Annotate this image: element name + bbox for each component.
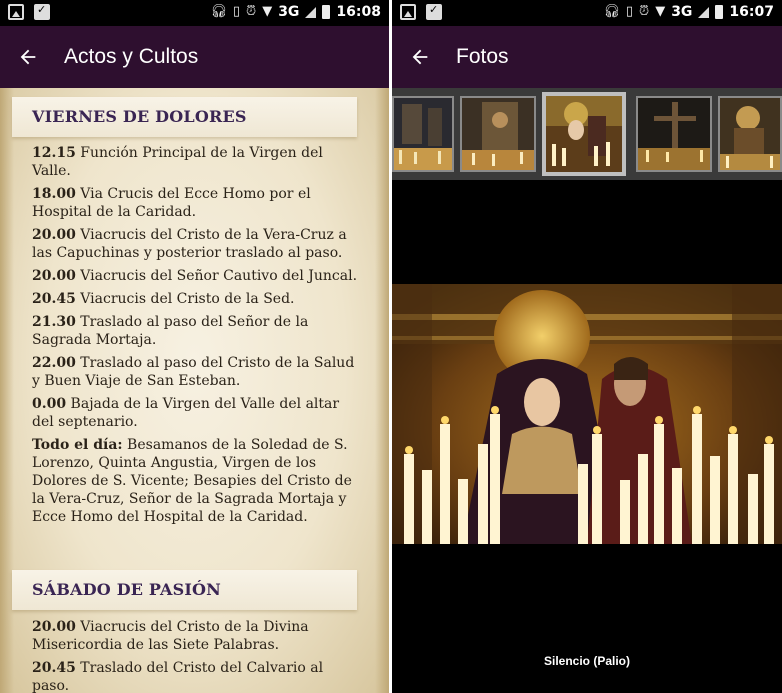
- event-time: 20.00: [32, 619, 76, 635]
- event-text: Viacrucis del Cristo de la Sed.: [75, 291, 295, 307]
- event-text: Traslado al paso del Cristo de la Salud …: [32, 355, 355, 389]
- page-title: Actos y Cultos: [64, 45, 199, 68]
- thumbnail[interactable]: [718, 96, 782, 172]
- signal-icon: [698, 6, 710, 18]
- main-photo[interactable]: [392, 284, 782, 544]
- event-time: 20.45: [32, 660, 76, 676]
- section-header: SÁBADO DE PASIÓN: [12, 570, 357, 610]
- list-item: 20.00 Viacrucis del Señor Cautivo del Ju…: [32, 267, 362, 285]
- event-time: 0.00: [32, 396, 67, 412]
- section-entries: 20.00 Viacrucis del Cristo de la Divina …: [32, 618, 362, 693]
- photo-viewer[interactable]: Silencio (Palio): [392, 180, 782, 693]
- headphones-icon: 🎧︎: [603, 4, 620, 19]
- network-type: 3G: [671, 4, 693, 20]
- section-title: VIERNES DE DOLORES: [32, 107, 247, 126]
- clock: 16:07: [729, 4, 774, 20]
- event-time: 18.00: [32, 186, 76, 202]
- bag-check-icon: [34, 3, 50, 20]
- thumbnail[interactable]: [392, 96, 454, 172]
- list-item: 12.15 Función Principal de la Virgen del…: [32, 144, 362, 180]
- list-item: 21.30 Traslado al paso del Señor de la S…: [32, 313, 362, 349]
- event-text: Viacrucis del Cristo de la Vera-Cruz a l…: [32, 227, 347, 261]
- event-text: Viacrucis del Señor Cautivo del Juncal.: [75, 268, 358, 284]
- network-type: 3G: [278, 4, 300, 20]
- bag-check-icon: [426, 3, 442, 20]
- alarm-icon: ⏰︎: [246, 4, 257, 19]
- event-time: 20.00: [32, 268, 76, 284]
- list-item: Todo el día: Besamanos de la Soledad de …: [32, 436, 362, 526]
- event-text: Traslado del Cristo del Calvario al paso…: [32, 660, 324, 693]
- section-header: VIERNES DE DOLORES: [12, 97, 357, 137]
- event-text: Bajada de la Virgen del Valle del altar …: [32, 396, 340, 430]
- section-entries: 12.15 Función Principal de la Virgen del…: [32, 144, 362, 531]
- headphones-icon: 🎧︎: [210, 4, 227, 19]
- event-time: 12.15: [32, 145, 76, 161]
- right-screen: 🎧︎ ▯ ⏰︎ ▼ 3G 16:07 Fotos: [392, 0, 782, 693]
- list-item: 22.00 Traslado al paso del Cristo de la …: [32, 354, 362, 390]
- status-bar: 🎧︎ ▯ ⏰︎ ▼ 3G 16:08: [0, 0, 389, 26]
- events-list[interactable]: VIERNES DE DOLORES 12.15 Función Princip…: [0, 88, 389, 693]
- list-item: 18.00 Via Crucis del Ecce Homo por el Ho…: [32, 185, 362, 221]
- thumbnail-strip[interactable]: [392, 88, 782, 180]
- event-time: Todo el día:: [32, 437, 123, 453]
- alarm-icon: ⏰︎: [639, 4, 650, 19]
- image-icon: [8, 4, 24, 20]
- wifi-icon: ▼: [655, 4, 666, 19]
- vibrate-icon: ▯: [232, 4, 241, 19]
- list-item: 20.45 Traslado del Cristo del Calvario a…: [32, 659, 362, 693]
- list-item: 20.00 Viacrucis del Cristo de la Vera-Cr…: [32, 226, 362, 262]
- signal-icon: [305, 6, 317, 18]
- back-arrow-icon[interactable]: [0, 26, 56, 88]
- event-time: 20.45: [32, 291, 76, 307]
- list-item: 20.45 Viacrucis del Cristo de la Sed.: [32, 290, 362, 308]
- back-arrow-icon[interactable]: [392, 26, 448, 88]
- thumbnail[interactable]: [636, 96, 712, 172]
- app-bar: Actos y Cultos: [0, 26, 389, 88]
- section-title: SÁBADO DE PASIÓN: [32, 580, 222, 599]
- list-item: 20.00 Viacrucis del Cristo de la Divina …: [32, 618, 362, 654]
- thumbnail-selected[interactable]: [542, 92, 626, 176]
- photo-caption: Silencio (Palio): [543, 654, 630, 668]
- page-title: Fotos: [456, 45, 509, 68]
- wifi-icon: ▼: [262, 4, 273, 19]
- vibrate-icon: ▯: [625, 4, 634, 19]
- event-text: Función Principal de la Virgen del Valle…: [32, 145, 323, 179]
- list-item: 0.00 Bajada de la Virgen del Valle del a…: [32, 395, 362, 431]
- battery-icon: [715, 5, 724, 19]
- battery-icon: [322, 5, 331, 19]
- parchment-edge: [375, 88, 389, 693]
- event-time: 21.30: [32, 314, 76, 330]
- left-screen: 🎧︎ ▯ ⏰︎ ▼ 3G 16:08 Actos y Cultos VIERNE…: [0, 0, 389, 693]
- status-bar: 🎧︎ ▯ ⏰︎ ▼ 3G 16:07: [392, 0, 782, 26]
- app-bar: Fotos: [392, 26, 782, 88]
- event-time: 22.00: [32, 355, 76, 371]
- event-time: 20.00: [32, 227, 76, 243]
- clock: 16:08: [336, 4, 381, 20]
- image-icon: [400, 4, 416, 20]
- thumbnail[interactable]: [460, 96, 536, 172]
